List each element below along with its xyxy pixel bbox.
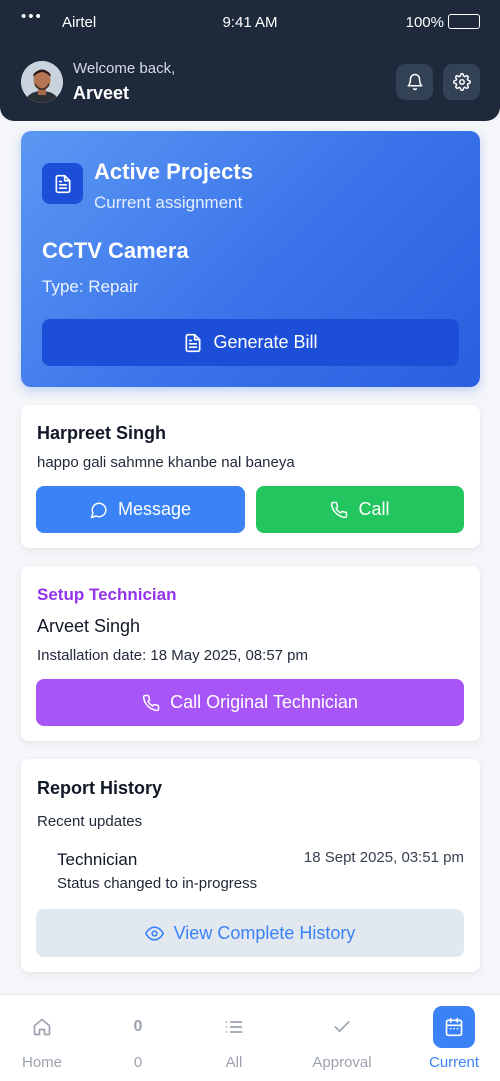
call-original-technician-button[interactable]: Call Original Technician	[36, 679, 464, 726]
welcome-text: Welcome back,	[73, 60, 176, 77]
report-history-card: Report History Recent updates Technician…	[21, 759, 480, 972]
history-entry-status: Status changed to in-progress	[57, 875, 258, 892]
nav-item-home[interactable]: Home	[0, 995, 87, 1081]
nav-item-current[interactable]: Current	[409, 995, 499, 1081]
avatar[interactable]	[21, 61, 63, 103]
view-complete-history-label: View Complete History	[173, 922, 356, 943]
active-projects-subtitle: Current assignment	[94, 193, 243, 212]
message-icon	[90, 502, 107, 518]
installation-date: Installation date: 18 May 2025, 08:57 pm	[37, 647, 309, 664]
status-bar: ••• Airtel 9:41 AM 100%	[0, 0, 500, 44]
generate-bill-button[interactable]: Generate Bill	[42, 319, 459, 366]
technician-name: Arveet Singh	[37, 616, 141, 636]
call-button[interactable]: Call	[256, 486, 464, 533]
nav-count-badge: 0	[133, 1018, 143, 1035]
nav-label-current: Current	[428, 1054, 480, 1071]
phone-icon	[142, 694, 160, 711]
report-history-subtitle: Recent updates	[37, 813, 143, 830]
customer-name: Harpreet Singh	[37, 423, 167, 443]
battery-icon	[448, 14, 480, 29]
battery-percent: 100%	[405, 14, 444, 31]
project-type: Type: Repair	[42, 277, 139, 296]
document-icon	[185, 333, 201, 352]
customer-address: happo gali sahmne khanbe nal baneya	[37, 454, 295, 471]
bell-icon	[407, 73, 422, 91]
generate-bill-label: Generate Bill	[213, 332, 318, 352]
active-project-card: Active Projects Current assignment CCTV …	[21, 131, 480, 387]
check-icon	[334, 1021, 350, 1032]
customer-card: Harpreet Singh happo gali sahmne khanbe …	[21, 405, 480, 548]
document-icon	[55, 174, 70, 193]
gear-icon	[452, 73, 471, 91]
home-icon	[33, 1018, 51, 1036]
nav-label-count: 0	[133, 1054, 143, 1071]
view-complete-history-button[interactable]: View Complete History	[36, 909, 464, 957]
history-entry-author: Technician	[57, 850, 138, 869]
nav-label-approval: Approval	[312, 1054, 372, 1071]
settings-button[interactable]	[443, 64, 480, 100]
history-entry-time: 18 Sept 2025, 03:51 pm	[303, 849, 464, 866]
nav-label-home: Home	[21, 1054, 62, 1071]
active-projects-title: Active Projects	[94, 159, 253, 184]
user-name: Arveet	[73, 83, 130, 103]
project-icon-box	[42, 163, 83, 204]
setup-technician-heading: Setup Technician	[37, 585, 177, 604]
call-original-technician-label: Call Original Technician	[170, 692, 358, 712]
nav-item-all[interactable]: All	[189, 995, 279, 1081]
report-history-title: Report History	[37, 778, 163, 798]
app-header: ••• Airtel 9:41 AM 100% Welcome back, Ar…	[0, 0, 500, 121]
message-button[interactable]: Message	[36, 486, 245, 533]
setup-technician-card: Setup Technician Arveet Singh Installati…	[21, 566, 480, 741]
call-label: Call	[358, 499, 390, 519]
eye-icon	[144, 925, 164, 941]
bottom-navigation: Home 0 0 All Approval Current	[0, 994, 500, 1081]
notifications-button[interactable]	[396, 64, 433, 100]
nav-item-approval[interactable]: Approval	[297, 995, 387, 1081]
nav-item-count[interactable]: 0 0	[93, 995, 183, 1081]
calendar-icon	[445, 1017, 463, 1037]
project-name: CCTV Camera	[42, 238, 189, 263]
avatar-image	[21, 61, 63, 103]
list-icon	[225, 1021, 243, 1033]
nav-label-all: All	[225, 1054, 243, 1071]
phone-icon	[331, 501, 348, 518]
message-label: Message	[117, 499, 192, 519]
